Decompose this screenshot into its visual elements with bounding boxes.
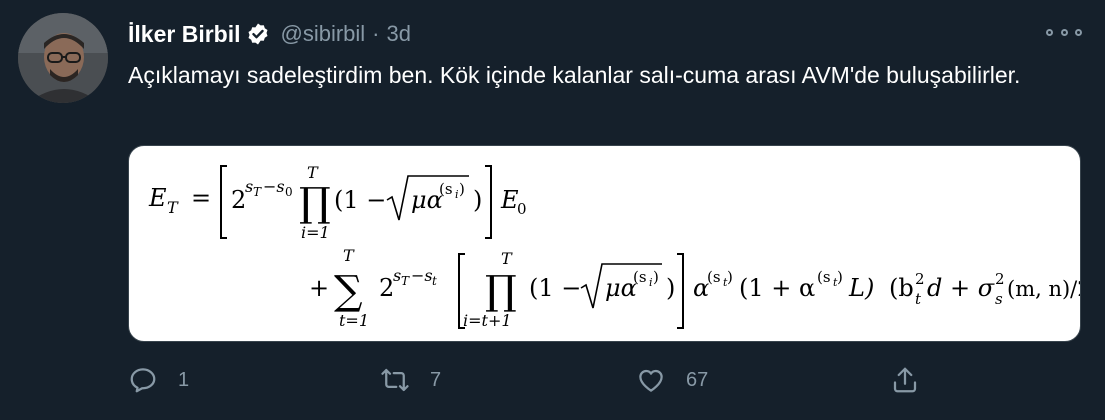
tweet[interactable]: İlker Birbil @sibirbil · 3d Açıklamayı s… — [0, 0, 1105, 420]
like-icon — [636, 365, 666, 395]
line2-alpha2-sup: (s — [707, 268, 721, 286]
alpha-sup-close: ) — [459, 180, 465, 198]
line2-bracket-right — [677, 253, 684, 329]
line2-exp-T: T — [401, 274, 410, 288]
like-button[interactable]: 67 — [636, 358, 708, 402]
line2-prod-top: T — [501, 249, 513, 268]
paren-open: (1 − — [334, 186, 386, 214]
share-icon — [890, 365, 920, 395]
tweet-actions: 1 7 67 — [128, 358, 928, 402]
tweet-media-image[interactable]: E T = 2 s T −s 0 T ∏ i=1 (1 − μα (s i ) … — [128, 145, 1081, 342]
like-count: 67 — [686, 368, 709, 391]
more-options-icon[interactable] — [1046, 22, 1082, 42]
reply-button[interactable]: 1 — [128, 358, 189, 402]
formula-image: E T = 2 s T −s 0 T ∏ i=1 (1 − μα (s i ) … — [148, 163, 1080, 330]
prod-bottom: i=1 — [301, 223, 330, 242]
line2-product-symbol: ∏ — [485, 268, 517, 314]
line2-paren-open: (1 − — [529, 274, 581, 302]
retweet-icon — [380, 365, 410, 395]
line2-L: L) — [848, 274, 874, 302]
alpha-sup-sub: i — [455, 188, 459, 201]
author-handle[interactable]: @sibirbil — [280, 21, 365, 47]
formula-E: E — [148, 184, 167, 212]
line2-alpha3-sup-close: ) — [837, 268, 843, 286]
formula-exp-T: T — [253, 185, 262, 199]
product-symbol: ∏ — [299, 180, 331, 226]
line2-exp-s: s — [393, 266, 401, 285]
line2-one-plus: (1 + α — [739, 274, 815, 302]
line2-b-sub: t — [915, 290, 922, 308]
sum-top: T — [343, 246, 355, 265]
line2-alpha-sup-sub: i — [649, 276, 653, 289]
line2-alpha2-sup-close: ) — [727, 268, 733, 286]
formula-exp-rest: −s — [263, 177, 285, 196]
paren-close: ) — [473, 186, 482, 214]
tweet-timestamp[interactable]: 3d — [387, 21, 411, 47]
sum-symbol: ∑ — [334, 268, 363, 314]
line2-two: 2 — [379, 274, 394, 302]
avatar-photo — [18, 13, 108, 103]
reply-count: 1 — [178, 368, 190, 391]
retweet-count: 7 — [430, 368, 442, 391]
line2-sigma-sup: 2 — [995, 270, 1005, 288]
bracket-left — [220, 165, 227, 239]
line2-b-sup: 2 — [915, 270, 925, 288]
line2-exp-rest: −s — [411, 266, 433, 285]
line2-alpha-sup: (s — [633, 268, 647, 286]
alpha-sup: (s — [439, 180, 453, 198]
line2-alpha-sup-close: ) — [653, 268, 659, 286]
line2-sigma-sub: s — [995, 290, 1003, 308]
line2-b-open: (b — [889, 274, 914, 302]
line2-paren-close: ) — [666, 274, 675, 302]
share-button[interactable] — [890, 358, 920, 402]
tweet-header: İlker Birbil @sibirbil · 3d — [128, 14, 411, 54]
formula-E0-sub: 0 — [517, 200, 527, 218]
bracket-right — [485, 165, 492, 239]
avatar[interactable] — [18, 13, 108, 103]
reply-icon — [128, 365, 158, 395]
retweet-button[interactable]: 7 — [380, 358, 441, 402]
formula-equals: = — [191, 184, 211, 212]
plus-sign: + — [309, 274, 329, 302]
line2-d-plus: d + σ — [927, 274, 995, 302]
line2-prod-bottom: i=t+1 — [463, 311, 512, 330]
line2-exp-t: t — [432, 274, 437, 288]
formula-E-sub: T — [167, 198, 179, 217]
formula-exp-s: s — [245, 177, 253, 196]
separator-dot: · — [372, 21, 380, 46]
tweet-text: Açıklamayı sadeleştirdim ben. Kök içinde… — [128, 62, 1021, 88]
formula-two: 2 — [231, 186, 246, 214]
line2-alpha3-sup: (s — [817, 268, 831, 286]
line2-tail: (m, n)/2) — [1007, 277, 1080, 301]
verified-badge-icon — [246, 22, 270, 46]
sum-bottom: t=1 — [339, 311, 369, 330]
formula-exp-zero: 0 — [285, 185, 293, 199]
author-name[interactable]: İlker Birbil — [128, 21, 240, 48]
